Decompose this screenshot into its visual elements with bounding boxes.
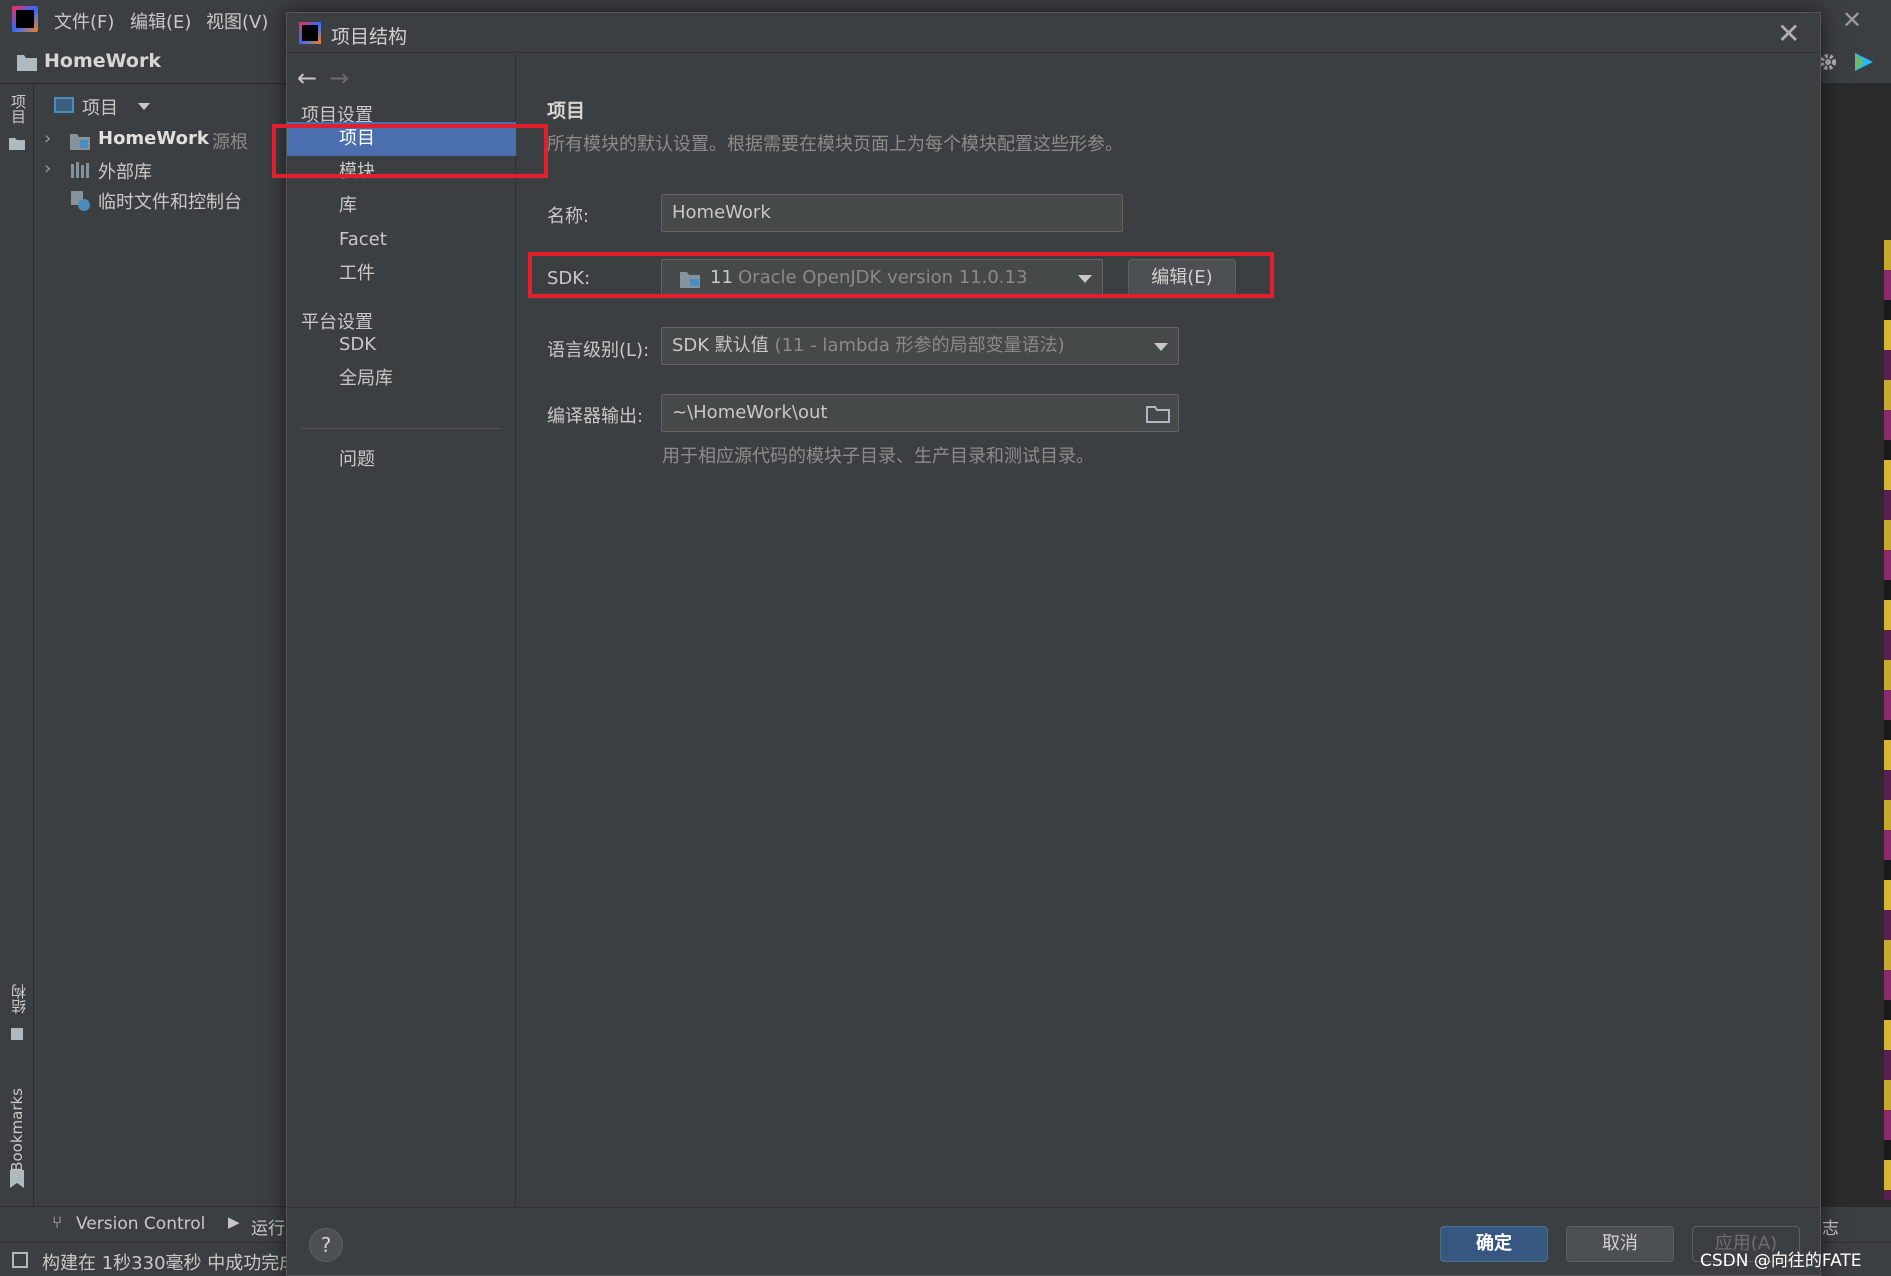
chevron-down-icon bbox=[1154, 343, 1168, 351]
folder-icon bbox=[17, 55, 37, 71]
compiler-output-value: ~\HomeWork\out bbox=[672, 402, 828, 423]
project-name-input[interactable]: HomeWork bbox=[661, 194, 1123, 232]
menu-file[interactable]: 文件(F) bbox=[54, 8, 114, 34]
status-message: 构建在 1秒330毫秒 中成功完成 bbox=[42, 1253, 298, 1274]
compiler-output-label: 编译器输出: bbox=[547, 406, 644, 427]
dialog-footer: ? 确定 取消 应用(A) bbox=[287, 1207, 1820, 1275]
language-level-label: 语言级别(L): bbox=[547, 340, 650, 361]
ok-button[interactable]: 确定 bbox=[1440, 1226, 1548, 1262]
run-icon: ▶ bbox=[228, 1213, 240, 1231]
project-view-icon bbox=[54, 97, 74, 113]
desktop-background-strip bbox=[1884, 240, 1891, 1200]
tree-item-suffix: 源根 bbox=[212, 132, 248, 153]
nav-item-facets[interactable]: Facet bbox=[287, 223, 516, 257]
tree-item-homework[interactable]: › HomeWork 源根 bbox=[34, 126, 286, 156]
dialog-title: 项目结构 bbox=[331, 26, 408, 48]
language-level-detail: (11 - lambda 形参的局部变量语法) bbox=[774, 335, 1065, 356]
compiler-output-input[interactable]: ~\HomeWork\out bbox=[661, 394, 1179, 432]
nav-item-libraries[interactable]: 库 bbox=[287, 189, 516, 223]
language-level-value: SDK 默认值 bbox=[672, 335, 769, 356]
project-panel-header: 项目 bbox=[34, 84, 286, 124]
intellij-logo-icon bbox=[299, 22, 321, 44]
module-folder-icon bbox=[70, 134, 90, 150]
chevron-right-icon[interactable]: › bbox=[44, 158, 51, 179]
stripe-structure-tab[interactable]: 结构 bbox=[8, 984, 29, 1014]
left-tool-stripe: 项目 结构 Bookmarks bbox=[0, 84, 34, 1206]
editor-background bbox=[1820, 84, 1891, 1206]
dialog-titlebar: 项目结构 ✕ bbox=[287, 13, 1820, 53]
section-description: 所有模块的默认设置。根据需要在模块页面上为每个模块配置这些形参。 bbox=[547, 134, 1123, 155]
status-square-icon[interactable] bbox=[12, 1252, 28, 1268]
chevron-down-icon[interactable] bbox=[138, 103, 150, 110]
branch-icon: ⑂ bbox=[52, 1213, 63, 1233]
tree-item-label: 外部库 bbox=[98, 162, 152, 183]
structure-icon bbox=[11, 1028, 23, 1040]
project-tool-window: 项目 › HomeWork 源根 › 外部库 临时文件和控制台 bbox=[34, 84, 286, 1206]
nav-item-artifacts[interactable]: 工件 bbox=[287, 257, 516, 291]
library-icon bbox=[71, 162, 89, 178]
name-label: 名称: bbox=[547, 206, 590, 227]
run-tab[interactable]: 运行 bbox=[251, 1214, 285, 1239]
nav-item-global-libraries[interactable]: 全局库 bbox=[287, 362, 516, 396]
project-structure-dialog: 项目结构 ✕ ← → 项目设置 项目 模块 库 Facet 工件 平台设置 SD… bbox=[286, 12, 1821, 1276]
version-control-tab[interactable]: Version Control bbox=[76, 1214, 205, 1234]
scratches-icon bbox=[71, 191, 90, 211]
close-icon[interactable]: ✕ bbox=[1777, 17, 1800, 50]
chevron-right-icon[interactable]: › bbox=[44, 128, 51, 149]
gear-icon[interactable] bbox=[1818, 52, 1838, 72]
tree-item-label: HomeWork bbox=[98, 128, 209, 149]
menu-view[interactable]: 视图(V) bbox=[206, 8, 268, 34]
tree-item-external-libraries[interactable]: › 外部库 bbox=[34, 156, 286, 186]
section-title: 项目 bbox=[547, 100, 586, 122]
bookmark-icon bbox=[10, 1170, 24, 1188]
settings-nav-sidebar: ← → 项目设置 项目 模块 库 Facet 工件 平台设置 SDK 全局库 问… bbox=[287, 54, 516, 1207]
compiler-output-hint: 用于相应源代码的模块子目录、生产目录和测试目录。 bbox=[662, 446, 1094, 467]
event-log-tab[interactable]: 志 bbox=[1822, 1214, 1839, 1239]
project-settings-panel: 项目 所有模块的默认设置。根据需要在模块页面上为每个模块配置这些形参。 名称: … bbox=[517, 54, 1820, 1207]
tree-item-scratches[interactable]: 临时文件和控制台 bbox=[34, 186, 286, 216]
plugin-icon[interactable] bbox=[1852, 50, 1876, 74]
forward-arrow-icon[interactable]: → bbox=[329, 64, 349, 92]
stripe-project-tab[interactable]: 项目 bbox=[8, 94, 29, 124]
nav-divider bbox=[301, 428, 501, 429]
nav-item-sdks[interactable]: SDK bbox=[287, 328, 516, 362]
watermark: CSDN @向往的FATE bbox=[1700, 1251, 1862, 1271]
annotation-box-project bbox=[272, 124, 548, 178]
menu-edit[interactable]: 编辑(E) bbox=[130, 8, 191, 34]
back-arrow-icon[interactable]: ← bbox=[297, 64, 317, 92]
intellij-logo-icon bbox=[12, 6, 38, 32]
ide-close-icon[interactable]: ✕ bbox=[1842, 6, 1862, 34]
nav-item-problems[interactable]: 问题 bbox=[287, 443, 516, 477]
folder-icon bbox=[9, 138, 25, 150]
browse-folder-icon[interactable] bbox=[1146, 404, 1170, 424]
cancel-button[interactable]: 取消 bbox=[1566, 1226, 1674, 1262]
panel-title[interactable]: 项目 bbox=[82, 94, 118, 120]
annotation-box-sdk bbox=[528, 252, 1274, 298]
project-breadcrumb[interactable]: HomeWork bbox=[44, 50, 161, 72]
language-level-dropdown[interactable]: SDK 默认值 (11 - lambda 形参的局部变量语法) bbox=[661, 327, 1179, 365]
help-button[interactable]: ? bbox=[309, 1228, 343, 1262]
tree-item-label: 临时文件和控制台 bbox=[98, 192, 242, 213]
stripe-bookmarks-tab[interactable]: Bookmarks bbox=[8, 1088, 26, 1172]
